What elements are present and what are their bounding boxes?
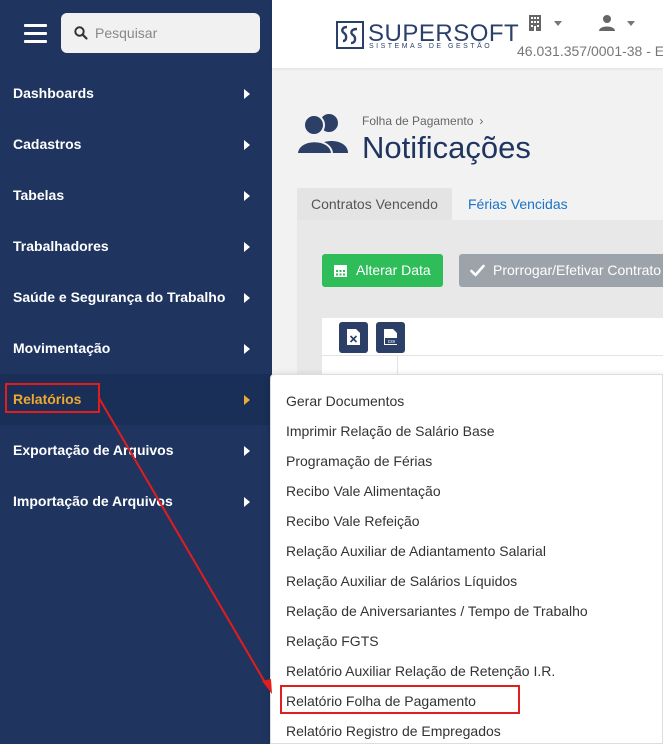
alterar-data-label: Alterar Data	[356, 262, 431, 278]
users-icon	[296, 114, 348, 155]
calendar-icon	[334, 265, 347, 277]
sidebar-menu: Dashboards Cadastros Tabelas Trabalhador…	[0, 68, 272, 527]
hamburger-menu-icon[interactable]	[24, 24, 47, 44]
menu-item-recibo-vale-refeicao[interactable]: Recibo Vale Refeição	[271, 506, 662, 536]
menu-item-adiantamento-salarial[interactable]: Relação Auxiliar de Adiantamento Salaria…	[271, 536, 662, 566]
supersoft-logo[interactable]: SUPERSOFT SISTEMAS DE GESTÃO	[336, 18, 519, 54]
sidebar-item-importacao[interactable]: Importação de Arquivos	[0, 476, 272, 527]
caret-down-icon[interactable]	[627, 21, 635, 26]
export-excel-button[interactable]	[339, 322, 368, 353]
menu-item-registro-empregados[interactable]: Relatório Registro de Empregados	[271, 716, 662, 744]
menu-item-relacao-fgts[interactable]: Relação FGTS	[271, 626, 662, 656]
chevron-right-icon	[244, 344, 250, 354]
tab-ferias-vencidas[interactable]: Férias Vencidas	[454, 188, 582, 220]
company-cnpj: 46.031.357/0001-38 - E	[517, 43, 663, 59]
chevron-right-icon	[244, 293, 250, 303]
sidebar-item-trabalhadores[interactable]: Trabalhadores	[0, 221, 272, 272]
sidebar-item-label: Dashboards	[13, 85, 94, 101]
menu-item-aniversariantes[interactable]: Relação de Aniversariantes / Tempo de Tr…	[271, 596, 662, 626]
caret-down-icon[interactable]	[554, 21, 562, 26]
breadcrumb-separator: ›	[479, 114, 484, 128]
highlight-relatorios-box	[5, 383, 100, 413]
menu-item-salarios-liquidos[interactable]: Relação Auxiliar de Salários Líquidos	[271, 566, 662, 596]
sidebar-item-label: Movimentação	[13, 340, 111, 356]
menu-item-programacao-ferias[interactable]: Programação de Férias	[271, 446, 662, 476]
sidebar-item-dashboards[interactable]: Dashboards	[0, 68, 272, 119]
brand-subtitle: SISTEMAS DE GESTÃO	[369, 43, 493, 50]
chevron-right-icon	[244, 446, 250, 456]
supersoft-logo-icon	[336, 21, 364, 49]
menu-item-recibo-vale-alimentacao[interactable]: Recibo Vale Alimentação	[271, 476, 662, 506]
sidebar-item-label: Exportação de Arquivos	[13, 442, 174, 458]
sidebar: Dashboards Cadastros Tabelas Trabalhador…	[0, 0, 272, 744]
breadcrumb: Folha de Pagamento ›	[362, 114, 483, 128]
prorrogar-label: Prorrogar/Efetivar Contrato	[493, 262, 662, 278]
sidebar-item-cadastros[interactable]: Cadastros	[0, 119, 272, 170]
top-header: SUPERSOFT SISTEMAS DE GESTÃO 46.031.357/…	[272, 0, 663, 68]
highlight-folha-pagamento-box	[280, 685, 520, 714]
menu-item-imprimir-salario-base[interactable]: Imprimir Relação de Salário Base	[271, 416, 662, 446]
chevron-right-icon	[244, 395, 250, 405]
sidebar-item-saude-seguranca[interactable]: Saúde e Segurança do Trabalho	[0, 272, 272, 323]
excel-file-icon	[347, 329, 360, 345]
sidebar-item-label: Importação de Arquivos	[13, 493, 173, 509]
building-icon[interactable]	[526, 14, 544, 32]
sidebar-item-movimentacao[interactable]: Movimentação	[0, 323, 272, 374]
sidebar-item-tabelas[interactable]: Tabelas	[0, 170, 272, 221]
search-icon	[74, 26, 88, 40]
tab-contratos-vencendo[interactable]: Contratos Vencendo	[297, 188, 452, 220]
sidebar-item-label: Trabalhadores	[13, 238, 109, 254]
chevron-right-icon	[244, 89, 250, 99]
export-csv-button[interactable]: csv	[376, 322, 405, 353]
search-box[interactable]	[61, 13, 260, 53]
chevron-right-icon	[244, 191, 250, 201]
csv-file-icon: csv	[384, 329, 398, 345]
search-input[interactable]	[95, 13, 255, 53]
chevron-right-icon	[244, 242, 250, 252]
prorrogar-efetivar-button[interactable]: Prorrogar/Efetivar Contrato	[459, 254, 663, 287]
chevron-right-icon	[244, 140, 250, 150]
sidebar-item-exportacao[interactable]: Exportação de Arquivos	[0, 425, 272, 476]
sidebar-item-label: Cadastros	[13, 136, 82, 152]
chevron-right-icon	[244, 497, 250, 507]
sidebar-header	[0, 0, 272, 68]
menu-item-retencao-ir[interactable]: Relatório Auxiliar Relação de Retenção I…	[271, 656, 662, 686]
breadcrumb-item[interactable]: Folha de Pagamento	[362, 114, 473, 128]
sidebar-item-label: Tabelas	[13, 187, 65, 203]
menu-item-gerar-documentos[interactable]: Gerar Documentos	[271, 386, 662, 416]
check-icon	[470, 264, 485, 277]
sidebar-item-label: Saúde e Segurança do Trabalho	[13, 289, 226, 305]
svg-text:csv: csv	[388, 339, 396, 345]
user-icon[interactable]	[598, 14, 616, 32]
table-toolbar: csv	[322, 318, 663, 356]
page-title: Notificações	[362, 130, 531, 165]
alterar-data-button[interactable]: Alterar Data	[322, 254, 443, 287]
